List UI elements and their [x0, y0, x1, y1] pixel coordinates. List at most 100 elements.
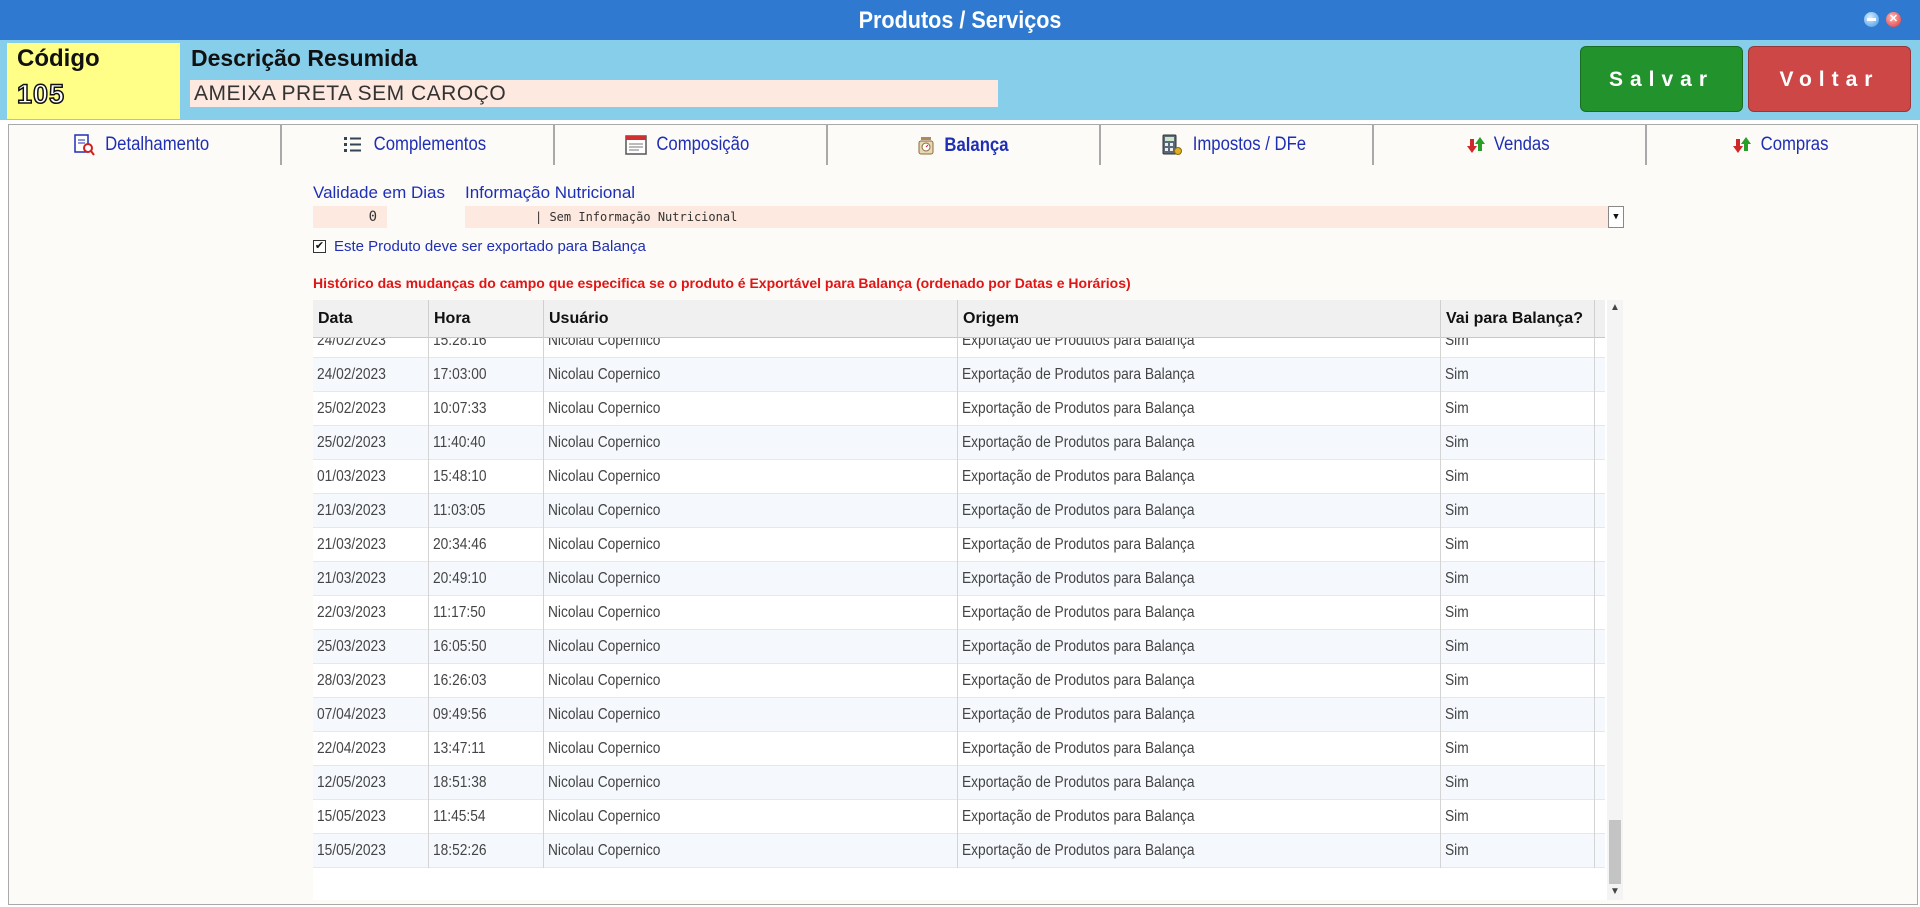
chevron-down-icon[interactable]: ▼ [1608, 206, 1624, 228]
document-search-icon [74, 134, 95, 156]
tab-balanca[interactable]: Balança [827, 124, 1100, 167]
cell-origem: Exportação de Produtos para Balança [958, 562, 1441, 596]
table-row[interactable]: 07/04/2023 09:49:56 Nicolau Copernico Expor… [313, 698, 1605, 732]
table-row[interactable]: 12/05/2023 18:51:38 Nicolau Copernico Expor… [313, 766, 1605, 800]
history-table-header: Data Hora Usuário Origem Vai para Balanç… [313, 300, 1605, 338]
cell-usuario: Nicolau Copernico [544, 664, 958, 698]
cell-vai-para-balanca: Sim [1441, 766, 1595, 800]
cell-origem: Exportação de Produtos para Balança [958, 800, 1441, 834]
cell-origem: Exportação de Produtos para Balança [958, 460, 1441, 494]
back-button[interactable]: Voltar [1748, 46, 1911, 112]
up-down-arrows-icon [1732, 137, 1751, 153]
cell-data-text: 24/02/2023 [317, 366, 386, 383]
cell-usuario: Nicolau Copernico [544, 562, 958, 596]
cell-usuario-text: Nicolau Copernico [548, 400, 661, 417]
cell-vai-para-balanca: Sim [1441, 426, 1595, 460]
table-row[interactable]: 25/02/2023 10:07:33 Nicolau Copernico Expor… [313, 392, 1605, 426]
cell-data-text: 22/03/2023 [317, 604, 386, 621]
cell-origem-text: Exportação de Produtos para Balança [962, 604, 1195, 621]
minimize-icon[interactable] [1864, 12, 1879, 27]
validade-input[interactable] [313, 206, 387, 228]
cell-vai-para-balanca: Sim [1441, 358, 1595, 392]
table-row[interactable]: 25/03/2023 16:05:50 Nicolau Copernico Expor… [313, 630, 1605, 664]
column-header-usuario[interactable]: Usuário [544, 300, 958, 338]
info-nutricional-select[interactable]: | Sem Informação Nutricional ▼ [465, 206, 1624, 228]
scroll-up-icon[interactable]: ▲ [1607, 300, 1623, 316]
tab-impostos-dfe[interactable]: Impostos / DFe [1100, 124, 1373, 166]
cell-vai-para-balanca-text: Sim [1445, 400, 1469, 417]
cell-data: 15/05/2023 [313, 834, 429, 868]
cell-origem-text: Exportação de Produtos para Balança [962, 842, 1195, 859]
cell-origem: Exportação de Produtos para Balança [958, 630, 1441, 664]
cell-vai-para-balanca: Sim [1441, 596, 1595, 630]
cell-origem-text: Exportação de Produtos para Balança [962, 672, 1195, 689]
cell-usuario-text: Nicolau Copernico [548, 774, 661, 791]
cell-data-text: 22/04/2023 [317, 740, 386, 757]
cell-data: 28/03/2023 [313, 664, 429, 698]
cell-usuario: Nicolau Copernico [544, 426, 958, 460]
column-header-vai-para-balanca[interactable]: Vai para Balança? [1441, 300, 1595, 338]
column-header-hora[interactable]: Hora [429, 300, 544, 338]
cell-data-text: 15/05/2023 [317, 808, 386, 825]
cell-hora: 11:40:40 [429, 426, 544, 460]
column-header-origem[interactable]: Origem [958, 300, 1441, 338]
calculator-icon [1162, 134, 1182, 155]
cell-origem: Exportação de Produtos para Balança [958, 664, 1441, 698]
cell-hora-text: 18:51:38 [433, 774, 487, 791]
cell-vai-para-balanca: Sim [1441, 834, 1595, 868]
cell-hora: 18:51:38 [429, 766, 544, 800]
table-row[interactable]: 28/03/2023 16:26:03 Nicolau Copernico Expor… [313, 664, 1605, 698]
validade-label: Validade em Dias [313, 183, 445, 202]
export-checkbox[interactable]: ✔ [313, 239, 326, 253]
table-row[interactable]: 15/05/2023 18:52:26 Nicolau Copernico Expor… [313, 834, 1605, 868]
export-checkbox-row[interactable]: ✔ Este Produto deve ser exportado para B… [313, 237, 646, 255]
cell-origem-text: Exportação de Produtos para Balança [962, 434, 1195, 451]
list-icon [344, 137, 362, 152]
tab-vendas-label: Vendas [1494, 134, 1550, 155]
cell-vai-para-balanca-text: Sim [1445, 570, 1469, 587]
cell-data: 21/03/2023 [313, 562, 429, 596]
cell-origem: Exportação de Produtos para Balança [958, 528, 1441, 562]
table-row[interactable]: 21/03/2023 11:03:05 Nicolau Copernico Expor… [313, 494, 1605, 528]
cell-hora: 10:07:33 [429, 392, 544, 426]
tab-detalhamento[interactable]: Detalhamento [8, 124, 281, 166]
cell-origem-text: Exportação de Produtos para Balança [962, 570, 1195, 587]
tab-composicao[interactable]: Composição [554, 124, 827, 166]
cell-usuario-text: Nicolau Copernico [548, 706, 661, 723]
cell-vai-para-balanca: Sim [1441, 562, 1595, 596]
cell-vai-para-balanca-text: Sim [1445, 672, 1469, 689]
close-icon[interactable]: ✕ [1886, 12, 1901, 27]
table-row[interactable]: 21/03/2023 20:49:10 Nicolau Copernico Expor… [313, 562, 1605, 596]
table-row[interactable]: 22/04/2023 13:47:11 Nicolau Copernico Expor… [313, 732, 1605, 766]
scale-icon [918, 136, 934, 154]
table-row[interactable]: 22/03/2023 11:17:50 Nicolau Copernico Expor… [313, 596, 1605, 630]
table-row[interactable]: 01/03/2023 15:48:10 Nicolau Copernico Expor… [313, 460, 1605, 494]
tab-complementos[interactable]: Complementos [281, 124, 554, 166]
tab-vendas[interactable]: Vendas [1373, 124, 1646, 166]
descricao-input[interactable] [190, 80, 998, 107]
column-header-data[interactable]: Data [313, 300, 429, 338]
save-button[interactable]: Salvar [1580, 46, 1743, 112]
cell-hora: 20:49:10 [429, 562, 544, 596]
table-row[interactable]: 15/05/2023 11:45:54 Nicolau Copernico Expor… [313, 800, 1605, 834]
cell-origem: Exportação de Produtos para Balança [958, 358, 1441, 392]
table-row[interactable]: 24/02/2023 17:03:00 Nicolau Copernico Expor… [313, 358, 1605, 392]
history-table-body: 24/02/2023 15:28:16 Nicolau Copernico Expor… [313, 324, 1605, 868]
cell-origem-text: Exportação de Produtos para Balança [962, 740, 1195, 757]
scroll-down-icon[interactable]: ▼ [1607, 884, 1623, 900]
cell-usuario-text: Nicolau Copernico [548, 468, 661, 485]
cell-usuario: Nicolau Copernico [544, 834, 958, 868]
scrollbar-thumb[interactable] [1609, 820, 1621, 884]
tab-compras[interactable]: Compras [1646, 124, 1918, 166]
cell-origem: Exportação de Produtos para Balança [958, 426, 1441, 460]
cell-usuario-text: Nicolau Copernico [548, 808, 661, 825]
cell-vai-para-balanca-text: Sim [1445, 502, 1469, 519]
cell-data-text: 01/03/2023 [317, 468, 386, 485]
table-row[interactable]: 25/02/2023 11:40:40 Nicolau Copernico Expor… [313, 426, 1605, 460]
cell-hora-text: 10:07:33 [433, 400, 487, 417]
cell-hora: 18:52:26 [429, 834, 544, 868]
cell-usuario: Nicolau Copernico [544, 698, 958, 732]
table-row[interactable]: 21/03/2023 20:34:46 Nicolau Copernico Expor… [313, 528, 1605, 562]
cell-vai-para-balanca: Sim [1441, 392, 1595, 426]
vertical-scrollbar[interactable]: ▲ ▼ [1607, 300, 1623, 900]
